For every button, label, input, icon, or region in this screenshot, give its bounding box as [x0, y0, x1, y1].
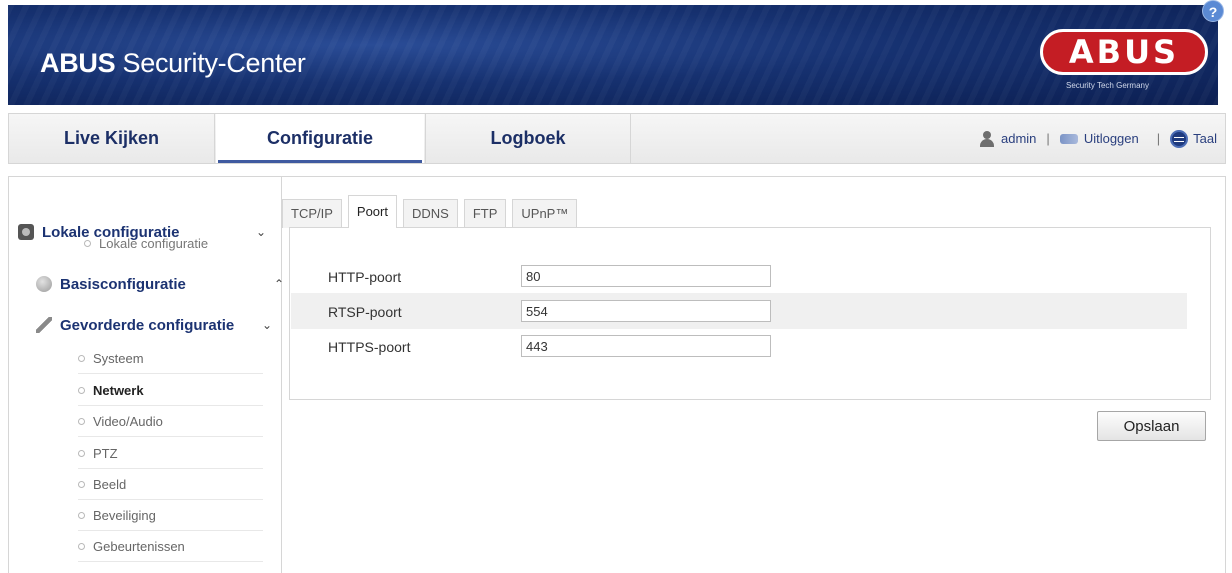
section-label: Gevorderde configuratie	[60, 316, 235, 334]
item-label: Systeem	[93, 351, 144, 366]
user-icon	[979, 130, 995, 147]
rtsp-port-input[interactable]	[521, 300, 771, 322]
tab-configuratie[interactable]: Configuratie	[216, 114, 424, 163]
bullet-icon	[78, 512, 85, 520]
camera-icon	[18, 224, 34, 240]
help-icon[interactable]: ?	[1202, 0, 1224, 22]
tab-tcp-ip[interactable]: TCP/IP	[282, 199, 342, 228]
rtsp-port-label: RTSP-poort	[328, 304, 402, 320]
https-port-input[interactable]	[521, 335, 771, 357]
bullet-icon	[84, 240, 91, 248]
section-label: Basisconfiguratie	[60, 275, 186, 293]
user-menu[interactable]: admin	[979, 130, 1037, 147]
item-label: Beeld	[93, 477, 127, 492]
network-tabs: TCP/IP Poort DDNS FTP UPnP™	[282, 195, 578, 228]
app-title: ABUS Security-Center	[40, 48, 306, 78]
http-port-input[interactable]	[521, 265, 771, 287]
bullet-icon	[78, 387, 85, 395]
main-nav: Live Kijken Configuratie Logboek admin |…	[8, 113, 1226, 164]
item-label: Gebeurtenissen	[93, 539, 185, 554]
item-label: Beveiliging	[93, 508, 156, 523]
logout-icon	[1059, 133, 1078, 144]
header-banner: ABUS Security-Center ABUS Security Tech …	[8, 5, 1218, 105]
language-link[interactable]: Taal	[1170, 129, 1217, 148]
username: admin	[1001, 131, 1037, 146]
sidebar-item-ptz[interactable]: PTZ	[78, 438, 263, 469]
chevron-up-icon: ⌃	[273, 277, 284, 291]
logo-subtext: Security Tech Germany	[1066, 81, 1149, 90]
language-label: Taal	[1193, 131, 1217, 146]
item-label: PTZ	[93, 446, 118, 461]
globe-icon	[1170, 129, 1189, 148]
separator: |	[1046, 131, 1050, 146]
sidebar-item-lokale-configuratie[interactable]: Lokale configuratie	[84, 228, 269, 259]
tab-live-kijken[interactable]: Live Kijken	[9, 114, 215, 163]
form-row-https: HTTPS-poort	[291, 328, 1187, 364]
tab-poort[interactable]: Poort	[347, 195, 397, 228]
sidebar-item-video-audio[interactable]: Video/Audio	[78, 406, 263, 437]
tab-upnp[interactable]: UPnP™	[512, 199, 578, 228]
abus-logo: ABUS Security Tech Germany	[1040, 29, 1208, 97]
logout-label: Uitloggen	[1083, 131, 1139, 146]
form-row-http: HTTP-poort	[291, 258, 1187, 294]
chevron-down-icon: ⌄	[261, 318, 272, 332]
sidebar-item-systeem[interactable]: Systeem	[78, 343, 263, 374]
logout-link[interactable]: Uitloggen	[1059, 131, 1139, 146]
form-row-rtsp: RTSP-poort	[291, 293, 1187, 329]
bullet-icon	[78, 355, 85, 363]
sidebar-item-gebeurtenissen[interactable]: Gebeurtenissen	[78, 531, 263, 562]
port-form: HTTP-poort RTSP-poort HTTPS-poort	[289, 227, 1211, 400]
sidebar-item-beveiliging[interactable]: Beveiliging	[78, 500, 263, 531]
sidebar-section-gevorderde-configuratie[interactable]: Gevorderde configuratie ⌄	[36, 311, 286, 339]
sidebar-item-netwerk[interactable]: Netwerk	[78, 375, 263, 406]
item-label: Lokale configuratie	[99, 236, 209, 251]
bullet-icon	[78, 450, 85, 458]
wrench-icon	[36, 317, 52, 333]
bullet-icon	[78, 543, 85, 551]
save-button[interactable]: Opslaan	[1097, 411, 1206, 441]
https-port-label: HTTPS-poort	[328, 339, 411, 355]
disk-icon	[36, 276, 52, 292]
item-label: Netwerk	[93, 383, 144, 398]
sidebar-section-basisconfiguratie[interactable]: Basisconfiguratie ⌃	[36, 270, 286, 298]
user-area: admin | Uitloggen | Taal	[979, 114, 1217, 163]
tab-logboek[interactable]: Logboek	[425, 114, 631, 163]
sidebar-item-beeld[interactable]: Beeld	[78, 469, 263, 500]
separator: |	[1156, 131, 1161, 146]
bullet-icon	[78, 481, 85, 489]
tab-ddns[interactable]: DDNS	[402, 199, 458, 228]
item-label: Video/Audio	[93, 414, 163, 429]
bullet-icon	[78, 418, 85, 426]
logo-wordmark: ABUS	[1040, 29, 1208, 75]
tab-ftp[interactable]: FTP	[463, 199, 507, 228]
http-port-label: HTTP-poort	[328, 269, 402, 285]
